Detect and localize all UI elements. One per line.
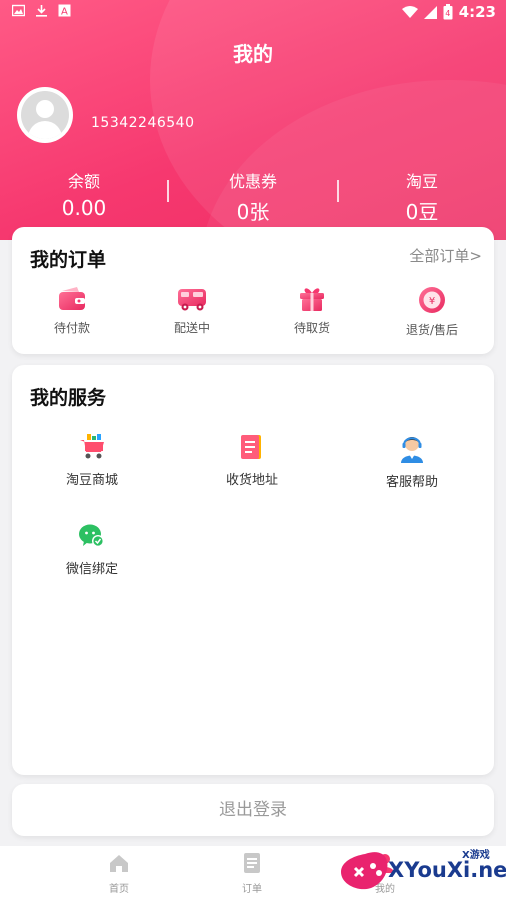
coupon-value: 0张	[236, 200, 270, 224]
service-taodou-mall[interactable]: 淘豆商城	[12, 433, 172, 488]
order-refund-aftersale[interactable]: ¥ 退货/售后	[372, 285, 492, 338]
svg-text:¥: ¥	[429, 296, 435, 307]
orders-icon	[244, 853, 260, 873]
taodou-stat[interactable]: 淘豆 0豆	[338, 168, 506, 225]
gift-icon	[300, 288, 324, 311]
order-awaiting-pickup[interactable]: 待取货	[252, 285, 372, 336]
battery-icon: 4	[443, 4, 453, 20]
order-pending-payment[interactable]: 待付款	[12, 285, 132, 336]
service-wechat-bind-label: 微信绑定	[65, 562, 118, 577]
avatar[interactable]	[17, 87, 73, 143]
taodou-value: 0豆	[405, 200, 439, 224]
wifi-icon	[401, 5, 418, 18]
service-shipping-address-label: 收货地址	[225, 473, 278, 488]
balance-label: 余额	[67, 172, 100, 191]
order-awaiting-pickup-label: 待取货	[293, 321, 330, 335]
tab-home-label: 首页	[109, 884, 129, 895]
status-bar: A 4 4:23	[0, 0, 506, 26]
service-shipping-address[interactable]: 收货地址	[172, 433, 332, 488]
logout-button[interactable]: 退出登录	[12, 784, 494, 836]
customer-service-icon	[401, 437, 423, 463]
order-delivering-label: 配送中	[173, 321, 210, 335]
user-phone: 15342246540	[91, 115, 195, 131]
cart-icon	[80, 434, 104, 459]
balance-stat[interactable]: 余额 0.00	[0, 168, 168, 220]
order-refund-aftersale-label: 退货/售后	[405, 323, 459, 337]
balance-value: 0.00	[61, 196, 107, 220]
svg-text:A: A	[61, 7, 68, 18]
wallet-icon	[59, 287, 85, 310]
address-book-icon	[241, 435, 261, 459]
tab-orders[interactable]: 订单	[212, 852, 292, 895]
service-wechat-bind[interactable]: 微信绑定	[12, 522, 172, 577]
signal-icon	[423, 5, 437, 19]
coupon-label: 优惠券	[228, 172, 277, 191]
order-pending-payment-label: 待付款	[53, 321, 90, 335]
gallery-icon	[12, 4, 25, 17]
watermark-text: XYouXi.net	[388, 858, 506, 882]
profile-header: A 4 4:23 我的 15342246540 余额 0.00 优惠券 0张 淘…	[0, 0, 506, 240]
service-taodou-mall-label: 淘豆商城	[65, 473, 118, 488]
refund-icon: ¥	[419, 287, 445, 313]
order-delivering[interactable]: 配送中	[132, 285, 252, 336]
account-stats: 余额 0.00 优惠券 0张 淘豆 0豆	[0, 168, 506, 224]
text-icon: A	[58, 4, 71, 17]
all-orders-link[interactable]: 全部订单>	[409, 245, 482, 266]
my-orders-card: 我的订单 全部订单> 待付款 配送中 待取货 ¥ 退货/售后	[12, 227, 494, 354]
wechat-icon	[79, 524, 104, 547]
tab-orders-label: 订单	[242, 884, 262, 895]
service-customer-help-label: 客服帮助	[385, 475, 438, 490]
home-icon	[110, 855, 128, 872]
service-customer-help[interactable]: 客服帮助	[332, 433, 492, 490]
status-time: 4:23	[458, 3, 496, 21]
truck-icon	[178, 289, 206, 311]
services-title: 我的服务	[30, 387, 107, 409]
orders-title: 我的订单	[30, 249, 107, 271]
coupon-stat[interactable]: 优惠券 0张	[169, 168, 337, 225]
taodou-label: 淘豆	[405, 172, 438, 191]
tab-home[interactable]: 首页	[79, 852, 159, 895]
download-icon	[36, 5, 47, 17]
page-title: 我的	[233, 42, 273, 66]
my-services-card: 我的服务 淘豆商城 收货地址 客服帮助 微信绑定	[12, 365, 494, 775]
svg-text:4: 4	[445, 9, 450, 18]
